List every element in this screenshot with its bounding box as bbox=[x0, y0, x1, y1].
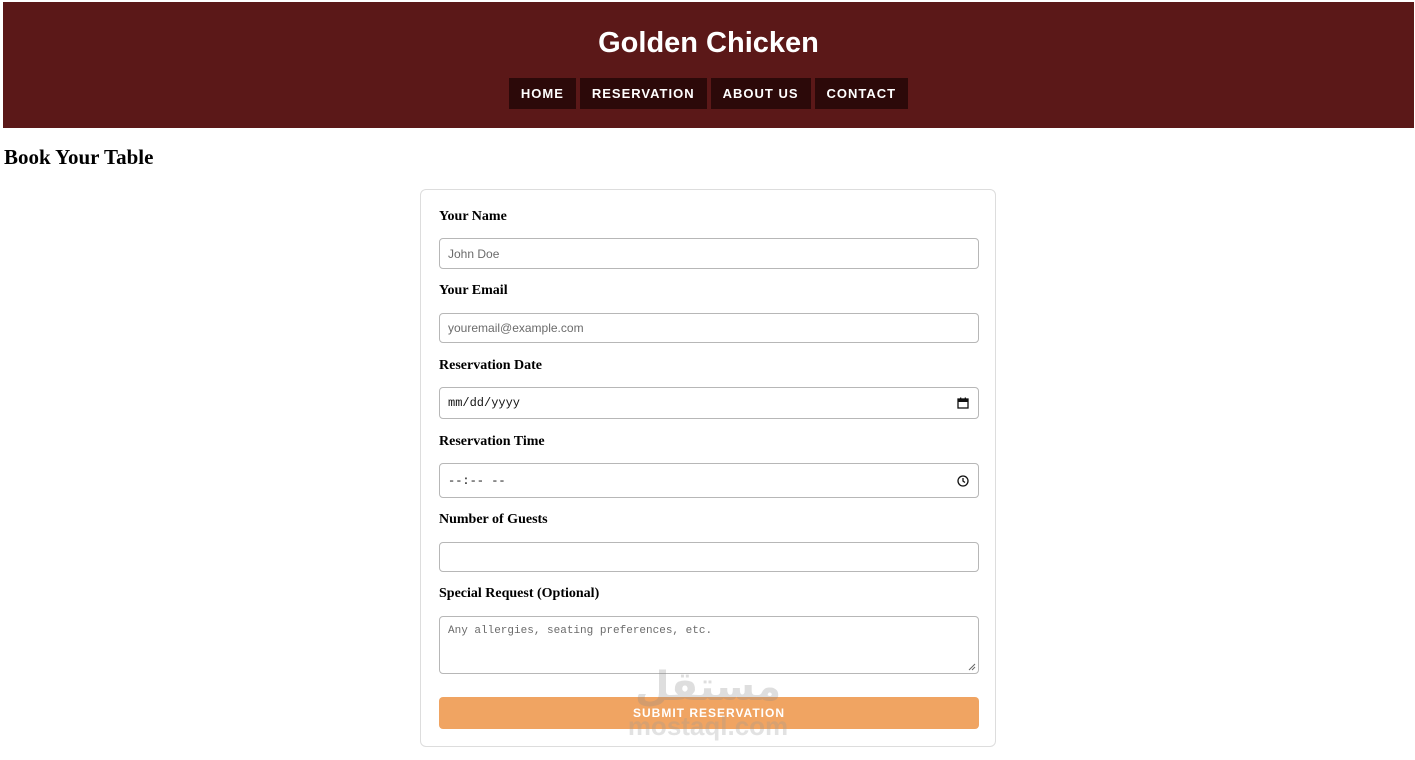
email-label: Your Email bbox=[439, 283, 508, 298]
name-field-box bbox=[439, 238, 979, 269]
nav-item-about-us[interactable]: ABOUT US bbox=[710, 78, 811, 109]
submit-reservation-button[interactable]: SUBMIT RESERVATION bbox=[439, 697, 979, 729]
date-input[interactable]: mm/dd/yyyy bbox=[439, 387, 979, 419]
guests-label: Number of Guests bbox=[439, 512, 548, 527]
reservation-form: Your Name Your Email Reservation Date mm… bbox=[420, 189, 996, 747]
time-input[interactable]: --:-- -- bbox=[439, 463, 979, 498]
special-request-textarea[interactable] bbox=[440, 617, 978, 673]
site-title: Golden Chicken bbox=[598, 27, 819, 59]
date-input-text: mm/dd/yyyy bbox=[448, 396, 521, 410]
name-label: Your Name bbox=[439, 209, 507, 224]
calendar-icon[interactable] bbox=[957, 397, 969, 409]
special-request-label: Special Request (Optional) bbox=[439, 586, 600, 601]
guests-field-box bbox=[439, 542, 979, 572]
date-label: Reservation Date bbox=[439, 358, 543, 373]
time-label: Reservation Time bbox=[439, 434, 545, 449]
site-header: Golden Chicken HOME RESERVATION ABOUT US… bbox=[3, 2, 1414, 128]
resize-grip-icon[interactable] bbox=[968, 663, 976, 671]
nav-item-contact[interactable]: CONTACT bbox=[814, 78, 909, 109]
special-request-box bbox=[439, 616, 979, 674]
clock-icon[interactable] bbox=[957, 474, 969, 487]
email-field-box bbox=[439, 313, 979, 343]
name-input[interactable] bbox=[440, 239, 978, 268]
nav-item-home[interactable]: HOME bbox=[508, 78, 576, 109]
nav-item-reservation[interactable]: RESERVATION bbox=[579, 78, 707, 109]
main-nav: HOME RESERVATION ABOUT US CONTACT bbox=[3, 78, 1414, 109]
guests-input[interactable] bbox=[440, 543, 978, 571]
email-input[interactable] bbox=[440, 314, 978, 342]
time-input-text: --:-- -- bbox=[448, 473, 506, 488]
page-title: Book Your Table bbox=[4, 145, 154, 169]
